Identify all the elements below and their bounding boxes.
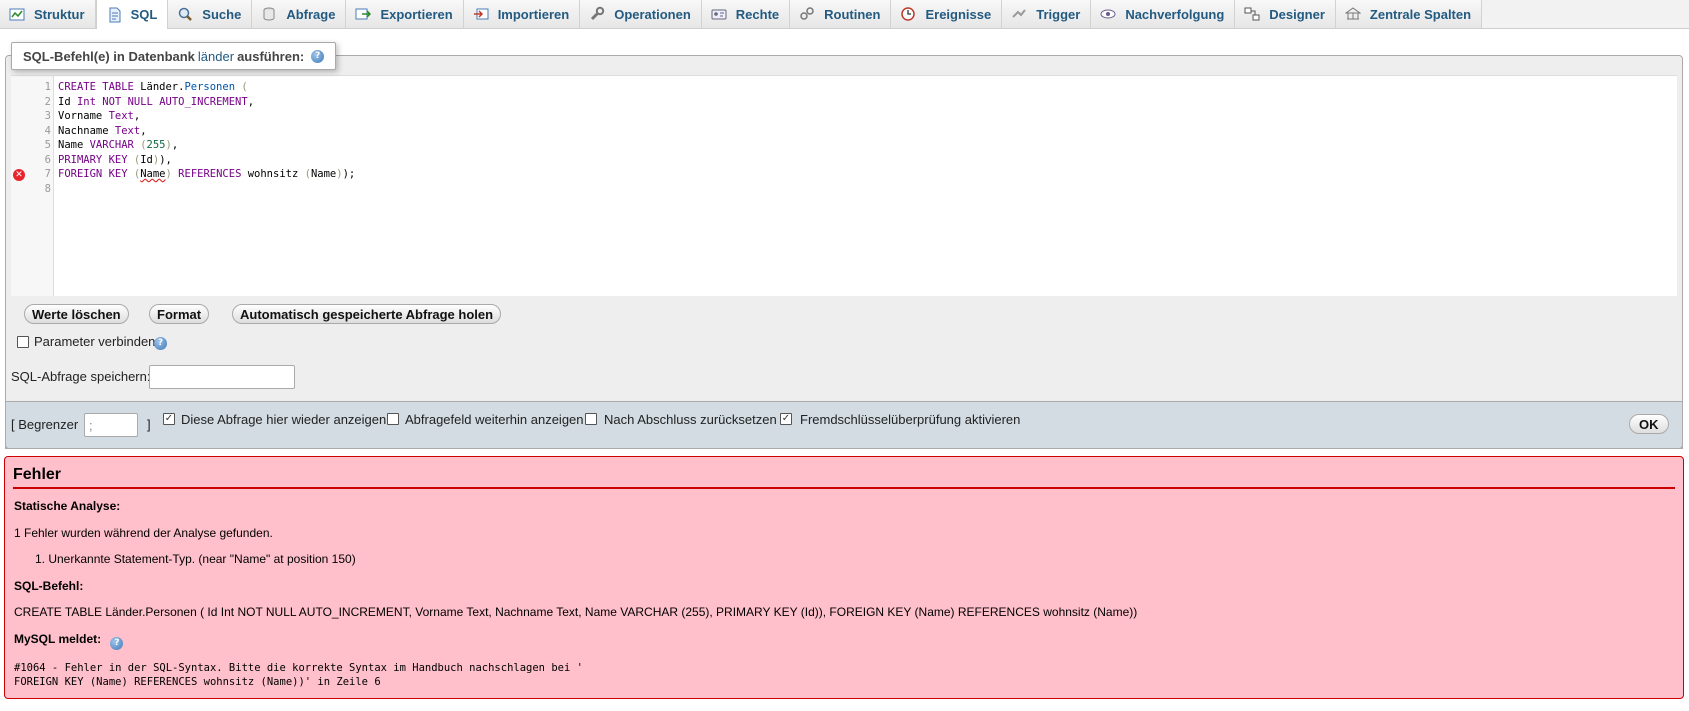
tab-exportieren[interactable]: Exportieren bbox=[346, 0, 464, 28]
export-icon bbox=[355, 6, 372, 22]
line-number: 1 bbox=[44, 81, 51, 93]
save-query-label: SQL-Abfrage speichern: bbox=[11, 369, 151, 384]
legend-suffix: ausführen: bbox=[237, 48, 305, 64]
help-icon[interactable]: ? bbox=[110, 637, 124, 650]
eye-icon bbox=[1100, 6, 1116, 22]
mysql-message-line-2: FOREIGN KEY (Name) REFERENCES wohnsitz (… bbox=[14, 676, 381, 688]
tab-rechte[interactable]: Rechte bbox=[701, 0, 791, 28]
tab-label: Struktur bbox=[34, 6, 85, 22]
query-box-legend: SQL-Befehl(e) in Datenbank länder ausfüh… bbox=[11, 42, 337, 70]
tab-sql[interactable]: SQL bbox=[95, 0, 169, 29]
tab-ereignisse[interactable]: Ereignisse bbox=[891, 0, 1003, 28]
sql-editor[interactable]: 1 2 3 4 5 6 7 8 ✕ CREATE TABLE Länder.Pe… bbox=[11, 75, 1677, 296]
rollback-label: Nach Abschluss zurücksetzen bbox=[604, 412, 777, 427]
trigger-icon bbox=[1011, 6, 1027, 22]
code-line: Vorname Text, bbox=[58, 110, 141, 122]
tab-designer[interactable]: Designer bbox=[1235, 0, 1336, 28]
mysql-message-line-1: #1064 - Fehler in der SQL-Syntax. Bitte … bbox=[14, 662, 583, 674]
sql-icon bbox=[106, 7, 122, 23]
tab-zentrale-spalten[interactable]: Zentrale Spalten bbox=[1335, 0, 1483, 28]
error-marker-icon[interactable]: ✕ bbox=[13, 168, 25, 181]
tab-struktur[interactable]: Struktur bbox=[0, 0, 96, 28]
tab-nachverfolgung[interactable]: Nachverfolgung bbox=[1091, 0, 1236, 28]
code-line: PRIMARY KEY (Id)), bbox=[58, 153, 172, 166]
save-query-input[interactable] bbox=[149, 365, 295, 389]
tab-suche[interactable]: Suche bbox=[168, 0, 253, 28]
line-number: 4 bbox=[44, 124, 51, 137]
structure-icon bbox=[9, 6, 25, 22]
foreign-key-checks-checkbox[interactable]: ✓ bbox=[780, 413, 792, 425]
search-icon bbox=[177, 6, 193, 22]
tab-label: Routinen bbox=[824, 6, 881, 22]
tab-label: Operationen bbox=[614, 6, 691, 22]
bind-parameters-checkbox[interactable] bbox=[17, 336, 29, 348]
code-line: Name VARCHAR (255), bbox=[58, 139, 179, 151]
query-icon bbox=[261, 6, 277, 22]
error-box: Fehler Statische Analyse: 1 Fehler wurde… bbox=[4, 456, 1684, 699]
line-number: 5 bbox=[44, 139, 51, 151]
privileges-icon bbox=[711, 6, 727, 22]
events-icon bbox=[900, 6, 916, 22]
tab-trigger[interactable]: Trigger bbox=[1002, 0, 1092, 28]
tab-label: Nachverfolgung bbox=[1125, 6, 1225, 22]
code-line: Nachname Text, bbox=[58, 124, 147, 137]
code-line: Id Int NOT NULL AUTO_INCREMENT, bbox=[58, 95, 255, 108]
tab-label: Suche bbox=[202, 6, 242, 22]
tab-bar: Struktur SQL Suche Abfrage Exportieren Import… bbox=[0, 0, 1689, 29]
static-analysis-label: Statische Analyse: bbox=[14, 499, 121, 513]
get-autosaved-query-button[interactable]: Automatisch gespeicherte Abfrage holen bbox=[232, 304, 502, 324]
line-number-gutter: 1 2 3 4 5 6 7 8 ✕ bbox=[11, 76, 54, 296]
retain-query-box-checkbox[interactable] bbox=[387, 413, 399, 425]
foreign-key-checks-label: Fremdschlüsselüberprüfung aktivieren bbox=[800, 412, 1021, 427]
tab-label: Zentrale Spalten bbox=[1369, 6, 1472, 22]
routines-icon bbox=[799, 6, 815, 22]
error-title: Fehler bbox=[13, 466, 1675, 489]
line-number: 6 bbox=[44, 153, 51, 166]
clear-values-button[interactable]: Werte löschen bbox=[24, 304, 129, 324]
show-query-again-checkbox[interactable]: ✓ bbox=[163, 413, 175, 425]
delimiter-input[interactable] bbox=[84, 413, 138, 437]
tab-abfrage[interactable]: Abfrage bbox=[252, 0, 347, 28]
tab-routinen[interactable]: Routinen bbox=[790, 0, 892, 28]
tab-label: SQL bbox=[130, 7, 158, 22]
sql-command-label: SQL-Befehl: bbox=[14, 579, 84, 593]
designer-icon bbox=[1244, 6, 1260, 22]
code-line: FOREIGN KEY (Name) REFERENCES wohnsitz (… bbox=[58, 168, 356, 180]
help-icon[interactable]: ? bbox=[154, 337, 167, 350]
mysql-says-label: MySQL meldet: ? bbox=[14, 632, 124, 650]
error-list-item: 1. Unerkannte Statement-Typ. (near "Name… bbox=[35, 552, 356, 566]
tab-label: Exportieren bbox=[380, 6, 453, 22]
tab-label: Abfrage bbox=[286, 6, 336, 22]
mysql-says-text: MySQL meldet: bbox=[14, 632, 102, 646]
format-button[interactable]: Format bbox=[149, 304, 210, 324]
sql-command-text: CREATE TABLE Länder.Personen ( Id Int NO… bbox=[14, 605, 1138, 619]
delimiter-open-label: [ Begrenzer bbox=[11, 417, 79, 432]
tab-label: Ereignisse bbox=[925, 6, 992, 22]
line-number: 8 bbox=[44, 182, 51, 195]
database-link[interactable]: länder bbox=[198, 49, 234, 64]
wrench-icon bbox=[589, 6, 605, 22]
delimiter-close-label: ] bbox=[147, 417, 151, 432]
tab-importieren[interactable]: Importieren bbox=[463, 0, 581, 28]
import-icon bbox=[473, 6, 489, 22]
errors-found-text: 1 Fehler wurden während der Analyse gefu… bbox=[14, 526, 273, 540]
legend-prefix: SQL-Befehl(e) in Datenbank bbox=[23, 48, 195, 64]
help-icon[interactable]: ? bbox=[311, 49, 325, 63]
ok-button[interactable]: OK bbox=[1629, 414, 1669, 434]
central-columns-icon bbox=[1344, 6, 1361, 22]
rollback-checkbox[interactable] bbox=[585, 413, 597, 425]
tab-label: Designer bbox=[1269, 6, 1325, 22]
tab-label: Trigger bbox=[1036, 6, 1081, 22]
bind-parameters-label: Parameter verbinden bbox=[34, 334, 156, 349]
code-line: CREATE TABLE Länder.Personen ( bbox=[58, 81, 248, 93]
retain-query-box-label: Abfragefeld weiterhin anzeigen bbox=[405, 412, 584, 427]
tab-label: Rechte bbox=[735, 6, 780, 22]
tab-operationen[interactable]: Operationen bbox=[580, 0, 702, 28]
line-number: 3 bbox=[44, 110, 51, 122]
tab-label: Importieren bbox=[497, 6, 570, 22]
show-query-again-label: Diese Abfrage hier wieder anzeigen bbox=[181, 412, 387, 427]
line-number: 2 bbox=[44, 95, 51, 108]
